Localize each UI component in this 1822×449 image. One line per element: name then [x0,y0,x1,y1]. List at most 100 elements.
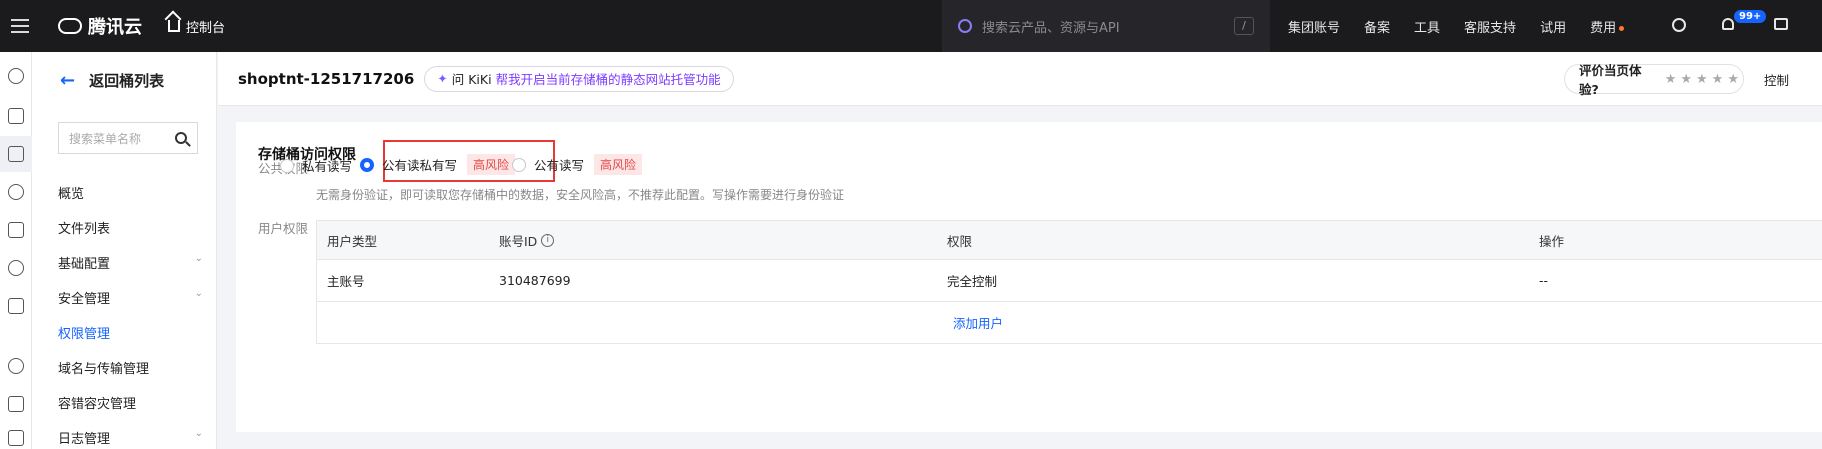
user-permission-label: 用户权限 [258,221,309,236]
radio-circle-selected [360,157,374,172]
radio-public-read-write[interactable]: 公有读写 高风险 [512,154,643,175]
chevron-down-icon: ⌄ [194,288,203,299]
sidebar-item-label: 安全管理 [58,292,111,307]
col-account-id-label: 账号ID [499,233,538,249]
sidebar-item-label: 权限管理 [58,327,111,342]
global-search[interactable]: 搜索云产品、资源与API / [942,0,1270,52]
sidebar-item-label: 日志管理 [58,432,111,447]
menu-search-input[interactable]: 搜索菜单名称 [58,122,198,154]
radio-circle [512,157,526,172]
sparkle-icon: ✦ [437,71,448,86]
chevron-down-icon: ⌄ [194,253,203,264]
brand-name: 腾讯云 [88,17,142,38]
radio-private-read-write[interactable]: 私有读写 [280,156,352,175]
col-actions: 操作 [1539,233,1565,249]
sidebar-item-label: 基础配置 [58,257,111,272]
info-icon[interactable]: i [541,233,555,247]
side-navigation: ← 返回桶列表 搜索菜单名称 概览 文件列表 基础配置 ⌄ 安全管理 ⌄ 权限管理 … [32,52,217,449]
monitor-icon[interactable] [8,222,24,238]
sidebar-item-label: 概览 [58,187,85,202]
nav-tools[interactable]: 工具 [1414,17,1440,36]
permission-description: 无需身份验证，即可读取您存储桶中的数据，安全风险高，不推荐此配置。写操作需要进行… [316,188,845,202]
sidebar-item-label: 容错容灾管理 [58,397,137,412]
add-user-row: 添加用户 [317,301,1822,343]
bucket-permissions-card: 存储桶访问权限 公共权限 私有读写 公有读私有写 高风险 公有读写 高风险 无需… [236,122,1822,432]
menu-search-placeholder: 搜索菜单名称 [69,131,142,146]
back-label: 返回桶列表 [89,72,165,90]
search-shortcut-key: / [1234,17,1254,35]
add-user-button[interactable]: 添加用户 [953,313,1003,332]
sidebar-item-basic-config[interactable]: 基础配置 ⌄ [58,253,203,272]
nav-filing[interactable]: 备案 [1364,17,1390,36]
kiki-prefix: 问 KiKi [451,72,492,87]
top-nav: 集团账号 备案 工具 客服支持 试用 费用 [1288,0,1648,52]
refresh-icon[interactable] [8,358,24,374]
rating-stars[interactable]: ★★★★★ [1665,72,1743,87]
col-user-type: 用户类型 [327,233,378,249]
header-right-link[interactable]: 控制 [1764,70,1789,89]
gauge-icon[interactable] [1672,18,1688,34]
page-rating: 评价当页体验? ★★★★★ [1564,63,1744,97]
nav-trial[interactable]: 试用 [1540,17,1566,36]
sidebar-item-label: 域名与传输管理 [58,362,150,377]
search-icon [175,132,187,144]
rating-label: 评价当页体验? [1579,63,1642,97]
cell-user-type: 主账号 [327,274,365,289]
user-permissions-table: 用户类型 账号ID i 权限 操作 主账号 310487699 完全控制 -- 添… [316,220,1822,344]
sidebar-item-security[interactable]: 安全管理 ⌄ [58,288,203,307]
search-icon [958,19,972,33]
col-account-id: 账号ID i [499,231,555,250]
hamburger-menu-icon[interactable] [4,0,36,52]
bucket-name: shoptnt-1251717206 [238,69,415,88]
cell-account-id: 310487699 [499,273,571,288]
home-icon [168,20,180,32]
radio-public-read-private-write[interactable]: 公有读私有写 高风险 [360,154,516,175]
dashboard-icon[interactable] [8,108,24,124]
sidebar-item-overview[interactable]: 概览 [58,183,203,202]
box-icon[interactable] [8,298,24,314]
bucket-header: shoptnt-1251717206 ✦ 问 KiKi 帮我开启当前存储桶的静态… [218,52,1822,106]
nav-billing[interactable]: 费用 [1590,17,1625,36]
table-row: 主账号 310487699 完全控制 -- [317,259,1822,301]
nav-support[interactable]: 客服支持 [1464,17,1516,36]
back-to-bucket-list[interactable]: ← 返回桶列表 [60,70,164,91]
billing-dot-icon [1619,25,1625,31]
table-header: 用户类型 账号ID i 权限 操作 [317,221,1822,259]
col-permission: 权限 [947,233,973,249]
radio-label: 私有读写 [302,159,353,174]
cell-permission: 完全控制 [947,274,998,289]
message-icon[interactable] [1774,18,1790,34]
radio-circle [280,158,294,173]
link-icon[interactable] [8,184,24,200]
kiki-assistant-prompt[interactable]: ✦ 问 KiKi 帮我开启当前存储桶的静态网站托管功能 [424,65,734,92]
storage-icon[interactable] [8,146,24,162]
console-link[interactable]: 控制台 [168,17,225,36]
radio-label: 公有读写 [534,158,585,173]
top-bar: 腾讯云 控制台 搜索云产品、资源与API / 集团账号 备案 工具 客服支持 试… [0,0,1822,52]
grid-icon[interactable] [8,396,24,412]
product-icon-rail [0,52,32,449]
layers-icon[interactable] [8,430,24,446]
sidebar-item-files[interactable]: 文件列表 [58,218,203,237]
search-placeholder: 搜索云产品、资源与API [982,20,1120,36]
cell-actions: -- [1539,273,1549,288]
notification-badge: 99+ [1734,10,1767,23]
high-risk-badge: 高风险 [467,154,516,175]
sidebar-item-permissions[interactable]: 权限管理 [58,323,203,342]
sidebar-item-logs[interactable]: 日志管理 ⌄ [58,428,203,447]
chevron-down-icon: ⌄ [194,428,203,439]
cos-product-icon[interactable] [8,68,24,84]
cloud-icon [58,18,82,34]
sidebar-item-domain-transfer[interactable]: 域名与传输管理 [58,358,203,377]
tencent-cloud-logo[interactable]: 腾讯云 [58,13,142,39]
nav-group-account[interactable]: 集团账号 [1288,17,1340,36]
arrow-left-icon: ← [60,70,76,91]
high-risk-badge: 高风险 [594,154,643,175]
chart-icon[interactable] [8,260,24,276]
kiki-suggestion-link: 帮我开启当前存储桶的静态网站托管功能 [495,72,721,87]
sidebar-item-disaster-recovery[interactable]: 容错容灾管理 [58,393,203,412]
nav-billing-label: 费用 [1590,20,1617,36]
console-label: 控制台 [186,20,226,36]
radio-label: 公有读私有写 [382,158,458,173]
bell-icon[interactable] [1720,18,1736,34]
